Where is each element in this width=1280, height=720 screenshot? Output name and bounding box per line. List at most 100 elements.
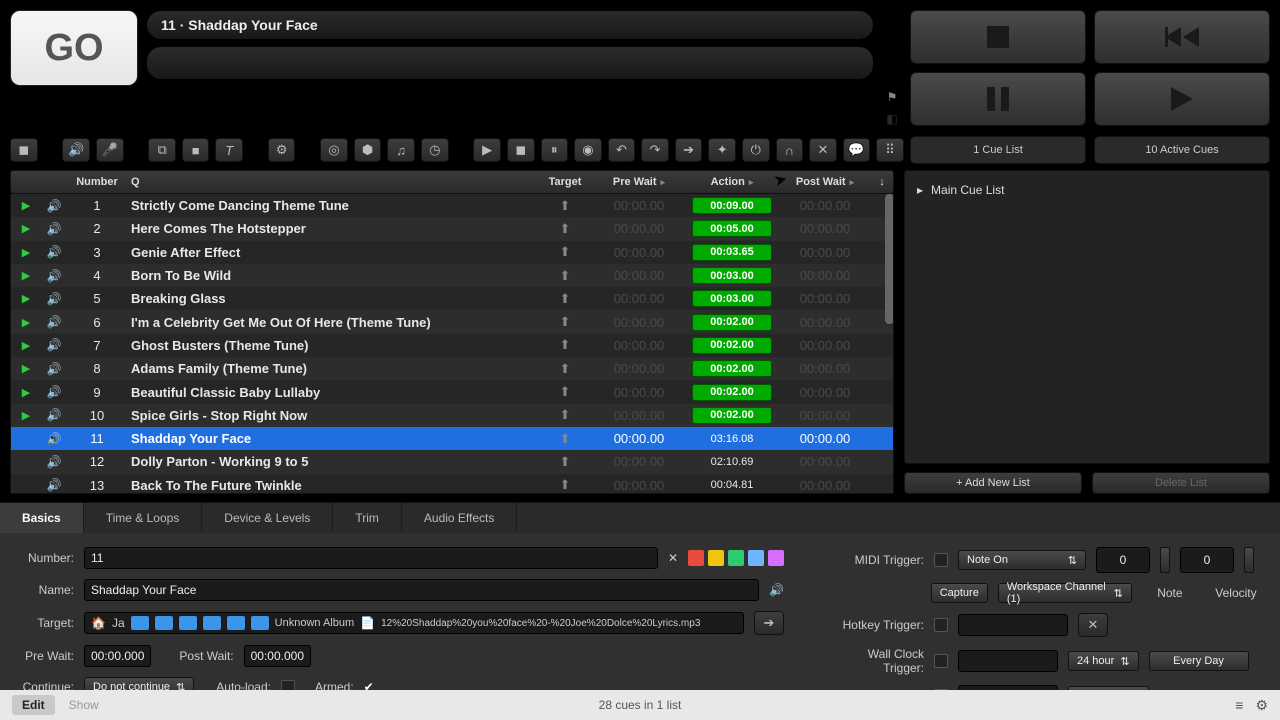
settings-icon[interactable]: ⚙ (1255, 697, 1268, 714)
cue-row[interactable]: ▶🔊4Born To Be Wild⬆00:00.0000:03.0000:00… (11, 264, 893, 287)
cue-list[interactable]: ▶🔊1Strictly Come Dancing Theme Tune⬆00:0… (10, 194, 894, 494)
tool-rec-icon[interactable]: ◉ (574, 138, 602, 162)
target-icon[interactable]: ⬆ (537, 337, 593, 353)
target-icon[interactable]: ⬆ (537, 407, 593, 423)
list-view-icon[interactable]: ≡ (1235, 697, 1243, 714)
play-button[interactable] (1094, 72, 1270, 126)
tool-record-icon[interactable]: ◎ (320, 138, 348, 162)
target-icon[interactable]: ⬆ (537, 244, 593, 260)
cue-row[interactable]: ▶🔊8Adams Family (Theme Tune)⬆00:00.0000:… (11, 357, 893, 380)
tool-play-icon[interactable]: ▶ (473, 138, 501, 162)
clear-icon[interactable]: ✕ (668, 551, 678, 565)
action-pill[interactable]: 00:02.00 (692, 384, 772, 401)
cue-row[interactable]: ▶🔊9Beautiful Classic Baby Lullaby⬆00:00.… (11, 380, 893, 403)
tool-music-icon[interactable]: ♫ (387, 138, 415, 162)
tool-mic-icon[interactable]: 🎤 (96, 138, 124, 162)
target-icon[interactable]: ⬆ (537, 314, 593, 330)
color-swatch[interactable] (708, 550, 724, 566)
tool-titles-icon[interactable]: T (215, 138, 243, 162)
action-pill[interactable]: 00:05.00 (692, 220, 772, 237)
target-icon[interactable]: ⬆ (537, 477, 593, 493)
tool-redo-icon[interactable]: ↷ (641, 138, 669, 162)
tool-stop2-icon[interactable]: ◼ (507, 138, 535, 162)
col-action[interactable]: Action (685, 176, 779, 188)
tool-skip-icon[interactable]: ➔ (675, 138, 703, 162)
target-icon[interactable]: ⬆ (537, 454, 593, 470)
color-swatch[interactable] (688, 550, 704, 566)
inspector-tab-device-levels[interactable]: Device & Levels (202, 503, 333, 533)
target-icon[interactable]: ⬆ (537, 384, 593, 400)
action-pill[interactable]: 00:03.00 (692, 290, 772, 307)
inspector-tab-time-loops[interactable]: Time & Loops (84, 503, 203, 533)
tool-audio-icon[interactable]: 🔊 (62, 138, 90, 162)
wallclock-format-select[interactable]: 24 hour⇅ (1068, 651, 1139, 671)
scrollbar[interactable] (885, 194, 894, 324)
target-go-icon[interactable]: ➔ (754, 611, 784, 635)
cue-row[interactable]: ▶🔊10Spice Girls - Stop Right Now⬆00:00.0… (11, 404, 893, 427)
col-q[interactable]: Q (127, 176, 537, 188)
action-pill[interactable]: 00:02.00 (692, 407, 772, 424)
tool-power-icon[interactable]: ⏻ (742, 138, 770, 162)
flag-dim-icon[interactable]: ◧ (886, 112, 897, 126)
go-button[interactable]: GO (10, 10, 138, 86)
midi-type-select[interactable]: Note On⇅ (958, 550, 1086, 570)
tool-pause-icon[interactable]: ⏸ (541, 138, 569, 162)
note-stepper[interactable] (1160, 547, 1170, 573)
col-arrow-icon[interactable]: ↓ (871, 176, 893, 188)
hotkey-clear-icon[interactable]: ✕ (1078, 613, 1108, 637)
target-icon[interactable]: ⬆ (537, 431, 593, 447)
midi-channel-select[interactable]: Workspace Channel (1)⇅ (998, 583, 1132, 603)
cue-row[interactable]: 🔊12Dolly Parton - Working 9 to 5⬆00:00.0… (11, 450, 893, 473)
tool-x-icon[interactable]: ✕ (809, 138, 837, 162)
col-postwait[interactable]: Post Wait (779, 176, 871, 188)
tool-stop-icon[interactable]: ◼ (10, 138, 38, 162)
tool-chat-icon[interactable]: 💬 (843, 138, 871, 162)
color-swatch[interactable] (728, 550, 744, 566)
cue-row[interactable]: ▶🔊1Strictly Come Dancing Theme Tune⬆00:0… (11, 194, 893, 217)
flag-icon[interactable]: ⚑ (887, 90, 898, 104)
action-pill[interactable]: 00:02.00 (692, 314, 772, 331)
midi-note-field[interactable]: 0 (1096, 547, 1150, 573)
add-list-button[interactable]: + Add New List (904, 472, 1082, 494)
cue-list-tab[interactable]: 1 Cue List (910, 136, 1086, 164)
action-pill[interactable]: 00:03.00 (692, 267, 772, 284)
cue-row[interactable]: 🔊13Back To The Future Twinkle⬆00:00.0000… (11, 474, 893, 494)
target-icon[interactable]: ⬆ (537, 361, 593, 377)
number-field[interactable]: 11 (84, 547, 658, 569)
audition-icon[interactable]: 🔊 (769, 583, 784, 597)
action-pill[interactable]: 00:02.00 (692, 337, 772, 354)
target-icon[interactable]: ⬆ (537, 291, 593, 307)
action-pill[interactable]: 00:02.00 (692, 360, 772, 377)
rewind-button[interactable] (1094, 10, 1270, 64)
tool-undo-icon[interactable]: ↶ (608, 138, 636, 162)
main-cue-list-item[interactable]: ▸Main Cue List (913, 179, 1261, 201)
vel-stepper[interactable] (1244, 547, 1254, 573)
hotkey-checkbox[interactable] (934, 618, 948, 632)
wallclock-checkbox[interactable] (934, 654, 948, 668)
inspector-tab-basics[interactable]: Basics (0, 503, 84, 533)
col-target[interactable]: Target (537, 176, 593, 188)
tool-network-icon[interactable]: ⬢ (354, 138, 382, 162)
cue-row[interactable]: ▶🔊7Ghost Busters (Theme Tune)⬆00:00.0000… (11, 334, 893, 357)
cue-row[interactable]: ▶🔊2Here Comes The Hotstepper⬆00:00.0000:… (11, 217, 893, 240)
edit-button[interactable]: Edit (12, 695, 55, 715)
name-field[interactable]: Shaddap Your Face (84, 579, 759, 601)
prewait-field[interactable]: 00:00.000 (84, 645, 151, 667)
show-button[interactable]: Show (69, 698, 99, 712)
target-icon[interactable]: ⬆ (537, 268, 593, 284)
tool-loop-icon[interactable]: ∩ (776, 138, 804, 162)
active-cues-tab[interactable]: 10 Active Cues (1094, 136, 1270, 164)
inspector-tab-audio-effects[interactable]: Audio Effects (402, 503, 518, 533)
col-prewait[interactable]: Pre Wait (593, 176, 685, 188)
action-pill[interactable]: 00:09.00 (692, 197, 772, 214)
tool-grid-icon[interactable]: ⠿ (876, 138, 904, 162)
target-path[interactable]: 🏠Ja Unknown Album 📄12%20Shaddap%20you%20… (84, 612, 744, 634)
cue-row[interactable]: ▶🔊3Genie After Effect⬆00:00.0000:03.6500… (11, 241, 893, 264)
stop-button[interactable] (910, 10, 1086, 64)
capture-button[interactable]: Capture (931, 583, 988, 603)
cue-row[interactable]: ▶🔊5Breaking Glass⬆00:00.0000:03.0000:00.… (11, 287, 893, 310)
wallclock-field[interactable] (958, 650, 1058, 672)
tool-timecode-icon[interactable]: ◷ (421, 138, 449, 162)
target-icon[interactable]: ⬆ (537, 221, 593, 237)
tool-video-icon[interactable]: ⧉ (148, 138, 176, 162)
